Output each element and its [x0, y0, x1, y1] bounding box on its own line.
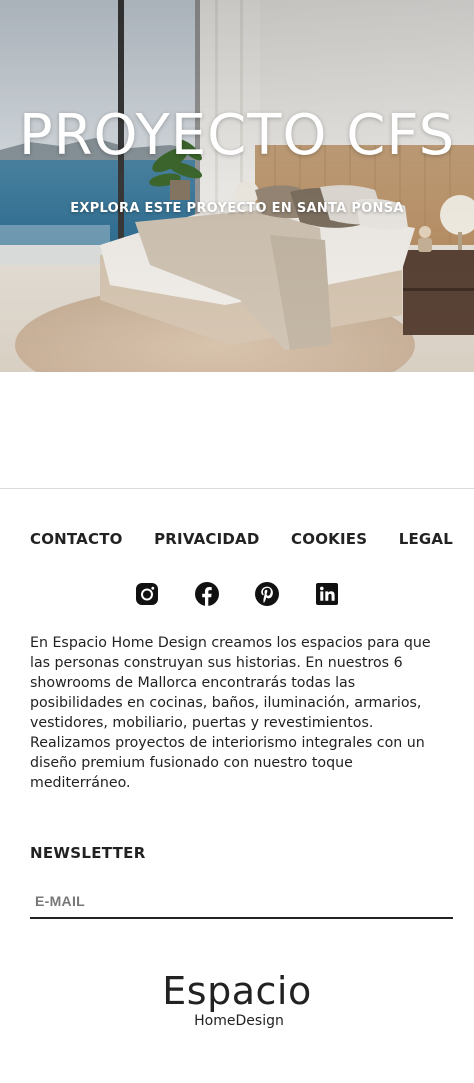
newsletter-field — [30, 885, 453, 919]
brand-logo[interactable]: Espacio HomeDesign — [0, 971, 474, 1031]
hero-subtitle[interactable]: EXPLORA ESTE PROYECTO EN SANTA PONSA — [0, 201, 474, 216]
hero-background-image — [0, 0, 474, 372]
footer-link-privacidad[interactable]: PRIVACIDAD — [154, 529, 259, 549]
email-input[interactable] — [30, 885, 453, 917]
instagram-icon[interactable] — [135, 582, 159, 606]
newsletter-title: NEWSLETTER — [30, 844, 146, 862]
about-text: En Espacio Home Design creamos los espac… — [30, 635, 431, 791]
logo-wordmark: Espacio — [162, 969, 312, 1013]
footer-link-cookies[interactable]: COOKIES — [291, 529, 367, 549]
linkedin-icon[interactable] — [315, 582, 339, 606]
footer-link-contacto[interactable]: CONTACTO — [30, 529, 123, 549]
footer-nav: CONTACTO PRIVACIDAD COOKIES LEGAL — [0, 529, 474, 549]
pinterest-icon[interactable] — [255, 582, 279, 606]
site-footer: CONTACTO PRIVACIDAD COOKIES LEGAL En Esp… — [0, 529, 474, 1031]
hero-banner: PROYECTO CFS EXPLORA ESTE PROYECTO EN SA… — [0, 0, 474, 372]
social-links — [0, 582, 474, 606]
logo-subtitle: HomeDesign — [194, 1013, 284, 1029]
footer-link-legal[interactable]: LEGAL — [399, 529, 453, 549]
footer-divider — [0, 488, 474, 489]
hero-title: PROYECTO CFS — [18, 103, 456, 168]
facebook-icon[interactable] — [195, 582, 219, 606]
